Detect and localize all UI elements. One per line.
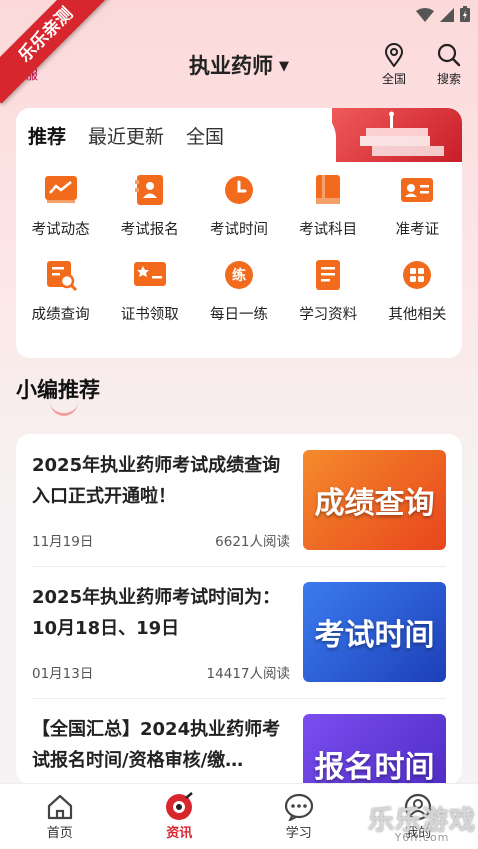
site-watermark: 乐乐游戏 Y6ll.com — [368, 800, 476, 844]
grid-label: 考试科目 — [299, 222, 358, 238]
nav-news[interactable]: 资讯 — [120, 784, 240, 849]
search-button[interactable]: 搜索 — [429, 42, 469, 87]
news-item[interactable]: 2025年执业药师考试时间为：10月18日、19日 01月13日 14417人阅… — [16, 566, 462, 698]
grid-item-exam-register[interactable]: 考试报名 — [105, 170, 194, 239]
nav-label: 资讯 — [166, 826, 193, 841]
search-label: 搜索 — [436, 72, 461, 86]
grid-label: 考试时间 — [209, 222, 268, 238]
nav-study[interactable]: 学习 — [239, 784, 359, 849]
news-reads: 6621人阅读 — [215, 534, 290, 550]
nav-label: 首页 — [46, 826, 73, 841]
grid-label: 成绩查询 — [31, 307, 90, 323]
news-item[interactable]: 【全国汇总】2024执业药师考试报名时间/资格审核/缴… 报名时间 — [16, 698, 462, 784]
wifi-icon — [416, 7, 434, 26]
thumb-text: 成绩查询 — [314, 486, 435, 521]
grid-item-exam-time[interactable]: 考试时间 — [194, 170, 283, 239]
page-title: 执业药师 — [189, 54, 273, 78]
search-icon — [429, 42, 469, 68]
news-list: 2025年执业药师考试成绩查询入口正式开通啦！ 11月19日 6621人阅读 成… — [16, 434, 462, 784]
news-thumbnail: 成绩查询 — [303, 450, 446, 550]
news-thumbnail: 报名时间 — [303, 714, 446, 784]
region-button[interactable]: 全国 — [374, 42, 414, 87]
tab-recommend[interactable]: 推荐 — [28, 122, 66, 149]
apps-icon — [397, 255, 437, 295]
section-underline — [50, 402, 78, 416]
location-pin-icon — [374, 42, 414, 68]
tab-recent[interactable]: 最近更新 — [88, 122, 164, 149]
news-item[interactable]: 2025年执业药师考试成绩查询入口正式开通啦！ 11月19日 6621人阅读 成… — [16, 434, 462, 566]
grid-item-admission-ticket[interactable]: 准考证 — [373, 170, 462, 239]
news-reads: 14417人阅读 — [206, 666, 290, 682]
tab-bar: 推荐 最近更新 全国 — [28, 122, 224, 149]
trend-icon — [41, 170, 81, 210]
nav-home[interactable]: 首页 — [0, 784, 120, 849]
category-card: 推荐 最近更新 全国 考试动态 考试报名 考试时间 考试科目 准考证 成绩查询 … — [16, 108, 462, 358]
clock-icon — [219, 170, 259, 210]
caret-down-icon: ▼ — [279, 59, 289, 74]
grid-label: 证书领取 — [120, 307, 179, 323]
home-icon — [0, 792, 120, 822]
score-search-icon — [41, 255, 81, 295]
book-icon — [308, 170, 348, 210]
grid-item-others[interactable]: 其他相关 — [373, 255, 462, 324]
grid-item-certificate[interactable]: 证书领取 — [105, 255, 194, 324]
thumb-text: 考试时间 — [314, 618, 435, 653]
section-title: 小编推荐 — [16, 378, 100, 402]
grid-label: 其他相关 — [388, 307, 447, 323]
grid-label: 准考证 — [395, 222, 440, 238]
signal-icon — [440, 7, 454, 26]
news-date: 01月13日 — [32, 666, 94, 682]
register-icon — [130, 170, 170, 210]
chat-icon — [239, 792, 359, 822]
grid-item-study-materials[interactable]: 学习资料 — [284, 255, 373, 324]
news-date: 11月19日 — [32, 534, 94, 550]
document-icon — [308, 255, 348, 295]
grid-label: 学习资料 — [299, 307, 358, 323]
news-title: 2025年执业药师考试成绩查询入口正式开通啦！ — [32, 455, 281, 507]
grid-item-exam-news[interactable]: 考试动态 — [16, 170, 105, 239]
practice-icon: 练 — [219, 255, 259, 295]
news-title: 【全国汇总】2024执业药师考试报名时间/资格审核/缴… — [32, 719, 281, 771]
battery-icon — [460, 6, 470, 26]
nav-label: 学习 — [285, 826, 312, 841]
news-icon — [120, 792, 240, 822]
region-label: 全国 — [381, 72, 406, 86]
grid-item-daily-practice[interactable]: 练 每日一练 — [194, 255, 283, 324]
id-card-icon — [397, 170, 437, 210]
grid-label: 考试报名 — [120, 222, 179, 238]
news-thumbnail: 考试时间 — [303, 582, 446, 682]
thumb-text: 报名时间 — [314, 750, 435, 784]
grid-item-exam-subjects[interactable]: 考试科目 — [284, 170, 373, 239]
news-title: 2025年执业药师考试时间为：10月18日、19日 — [32, 587, 281, 639]
grid-item-score-query[interactable]: 成绩查询 — [16, 255, 105, 324]
category-grid: 考试动态 考试报名 考试时间 考试科目 准考证 成绩查询 证书领取 练 每日一练… — [16, 170, 462, 324]
books-banner — [332, 108, 462, 162]
certificate-icon — [130, 255, 170, 295]
grid-label: 考试动态 — [31, 222, 90, 238]
grid-label: 每日一练 — [209, 307, 268, 323]
tab-national[interactable]: 全国 — [186, 122, 224, 149]
svg-text:练: 练 — [232, 267, 246, 284]
